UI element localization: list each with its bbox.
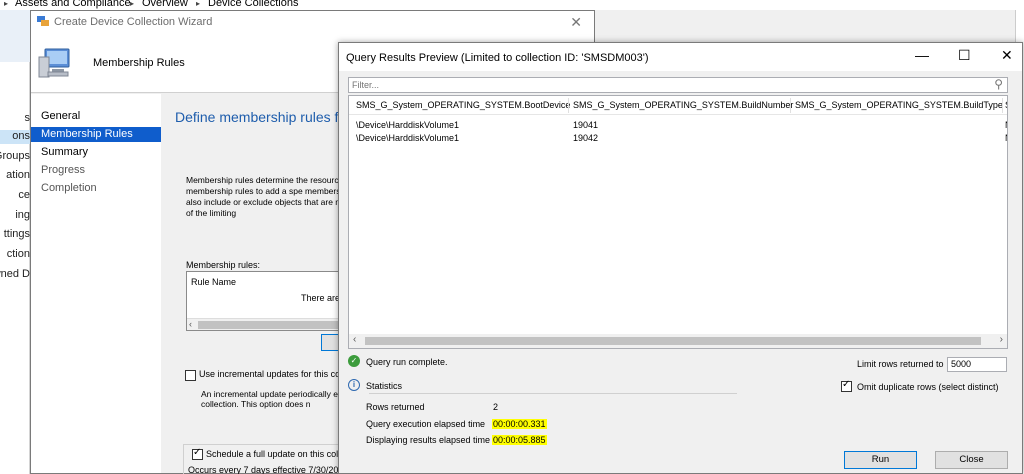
results-grid[interactable]: SMS_G_System_OPERATING_SYSTEM.BootDevice… bbox=[348, 95, 1008, 349]
chevron-right-icon: ▸ bbox=[4, 0, 9, 8]
incremental-updates-label: Use incremental updates for this coll bbox=[199, 369, 345, 379]
query-time-label: Query execution elapsed time bbox=[366, 419, 486, 429]
nav-header bbox=[0, 10, 30, 62]
wizard-steps: General Membership Rules Summary Progres… bbox=[31, 94, 161, 473]
step-general[interactable]: General bbox=[31, 109, 161, 124]
console-nav-pane: s ons Groups ation ce ing ttings ction w… bbox=[0, 10, 30, 474]
schedule-occurs-text: Occurs every 7 days effective 7/30/20 bbox=[188, 465, 339, 474]
close-icon[interactable]: ✕ bbox=[1001, 47, 1013, 64]
scroll-thumb[interactable] bbox=[365, 337, 981, 345]
scroll-left-icon[interactable]: ‹ bbox=[353, 334, 356, 345]
wizard-icon bbox=[37, 16, 49, 26]
step-summary[interactable]: Summary bbox=[31, 145, 161, 160]
status-text: Query run complete. bbox=[366, 357, 448, 367]
filter-box: ⚲ bbox=[348, 77, 1008, 93]
minimize-icon[interactable]: — bbox=[915, 47, 929, 63]
nav-item[interactable]: ttings bbox=[0, 228, 30, 242]
column-header[interactable]: SMS_G_System_OPERATING_SYSTEM.BootDevice bbox=[356, 100, 570, 110]
statistics-divider bbox=[369, 393, 737, 394]
close-icon[interactable]: ✕ bbox=[570, 14, 582, 31]
computer-icon bbox=[38, 48, 70, 78]
wizard-title: Create Device Collection Wizard bbox=[54, 16, 213, 28]
rows-returned-value: 2 bbox=[493, 402, 499, 412]
close-button[interactable]: Close bbox=[935, 451, 1008, 469]
step-completion: Completion bbox=[41, 182, 97, 194]
scroll-left-icon[interactable]: ‹ bbox=[189, 319, 192, 329]
nav-item[interactable]: Groups bbox=[0, 150, 30, 164]
step-membership-rules[interactable]: Membership Rules bbox=[31, 127, 161, 142]
nav-item[interactable]: ation bbox=[0, 169, 30, 183]
column-divider bbox=[1002, 98, 1003, 113]
section-heading: Define membership rules for bbox=[175, 109, 351, 125]
empty-list-message: There are bbox=[301, 293, 341, 303]
horizontal-scrollbar[interactable]: ‹ › bbox=[349, 334, 1007, 348]
table-cell[interactable]: 19042 bbox=[573, 133, 598, 143]
omit-duplicates-checkbox[interactable] bbox=[841, 379, 852, 392]
nav-item[interactable]: ing bbox=[0, 209, 30, 223]
dialog-title: Query Results Preview (Limited to collec… bbox=[346, 52, 649, 64]
incremental-updates-checkbox[interactable] bbox=[185, 370, 196, 381]
nav-item[interactable]: s bbox=[0, 112, 31, 126]
omit-duplicates-label: Omit duplicate rows (select distinct) bbox=[857, 382, 999, 392]
display-time-value: 00:00:05.885 bbox=[492, 435, 547, 445]
table-cell[interactable]: 19041 bbox=[573, 120, 598, 130]
breadcrumb: ▸ Assets and Compliance ▸ Overview ▸ Dev… bbox=[0, 0, 1024, 10]
table-cell[interactable]: N bbox=[1005, 120, 1007, 130]
search-icon[interactable]: ⚲ bbox=[994, 77, 1003, 91]
rules-label: Membership rules: bbox=[186, 260, 261, 270]
column-header[interactable]: SMS_G_System_OPERATING_SYSTEM.BuildType bbox=[795, 100, 1003, 110]
membership-rules-list[interactable]: Rule Name There are ‹ bbox=[186, 271, 346, 331]
breadcrumb-item[interactable]: Overview bbox=[142, 0, 188, 9]
column-header-rule-name[interactable]: Rule Name bbox=[191, 277, 236, 287]
nav-item[interactable]: ction bbox=[0, 248, 30, 262]
schedule-label: Schedule a full update on this coll bbox=[206, 449, 341, 459]
table-cell[interactable]: \Device\HarddiskVolume1 bbox=[356, 133, 459, 143]
column-header[interactable]: S bbox=[1005, 100, 1007, 110]
scroll-right-icon[interactable]: › bbox=[1000, 334, 1003, 345]
step-progress: Progress bbox=[41, 164, 86, 176]
query-results-dialog: Query Results Preview (Limited to collec… bbox=[338, 42, 1023, 474]
breadcrumb-item[interactable]: Assets and Compliance bbox=[15, 0, 131, 9]
limit-rows-input[interactable]: 5000 bbox=[947, 357, 1007, 372]
page-title: Membership Rules bbox=[93, 57, 185, 69]
grid-header: SMS_G_System_OPERATING_SYSTEM.BootDevice… bbox=[349, 96, 1007, 115]
run-button[interactable]: Run bbox=[844, 451, 917, 469]
display-time-label: Displaying results elapsed time bbox=[366, 435, 491, 445]
rows-returned-label: Rows returned bbox=[366, 402, 425, 412]
table-cell[interactable]: N bbox=[1005, 133, 1007, 143]
chevron-right-icon: ▸ bbox=[196, 0, 201, 8]
statistics-label: Statistics bbox=[366, 381, 403, 391]
nav-item[interactable]: ce bbox=[0, 189, 30, 203]
dialog-titlebar: Query Results Preview (Limited to collec… bbox=[339, 43, 1022, 71]
horizontal-scrollbar[interactable]: ‹ bbox=[187, 318, 346, 330]
schedule-full-update-checkbox[interactable] bbox=[192, 447, 203, 460]
query-time-value: 00:00:00.331 bbox=[492, 419, 547, 429]
limit-rows-label: Limit rows returned to bbox=[857, 359, 944, 369]
table-cell[interactable]: \Device\HarddiskVolume1 bbox=[356, 120, 459, 130]
column-divider bbox=[568, 98, 569, 113]
nav-item[interactable]: ons bbox=[0, 130, 30, 144]
maximize-icon[interactable]: ☐ bbox=[958, 47, 971, 64]
column-header[interactable]: SMS_G_System_OPERATING_SYSTEM.BuildNumbe… bbox=[573, 100, 793, 110]
breadcrumb-item[interactable]: Device Collections bbox=[208, 0, 298, 9]
success-icon: ✓ bbox=[348, 355, 360, 367]
info-icon: i bbox=[348, 379, 360, 391]
scroll-thumb[interactable] bbox=[198, 321, 346, 329]
chevron-right-icon: ▸ bbox=[130, 0, 135, 8]
wizard-titlebar: Create Device Collection Wizard ✕ bbox=[31, 11, 594, 33]
filter-input[interactable] bbox=[352, 79, 982, 91]
column-divider bbox=[790, 98, 791, 113]
nav-item[interactable]: wned D bbox=[0, 268, 30, 282]
